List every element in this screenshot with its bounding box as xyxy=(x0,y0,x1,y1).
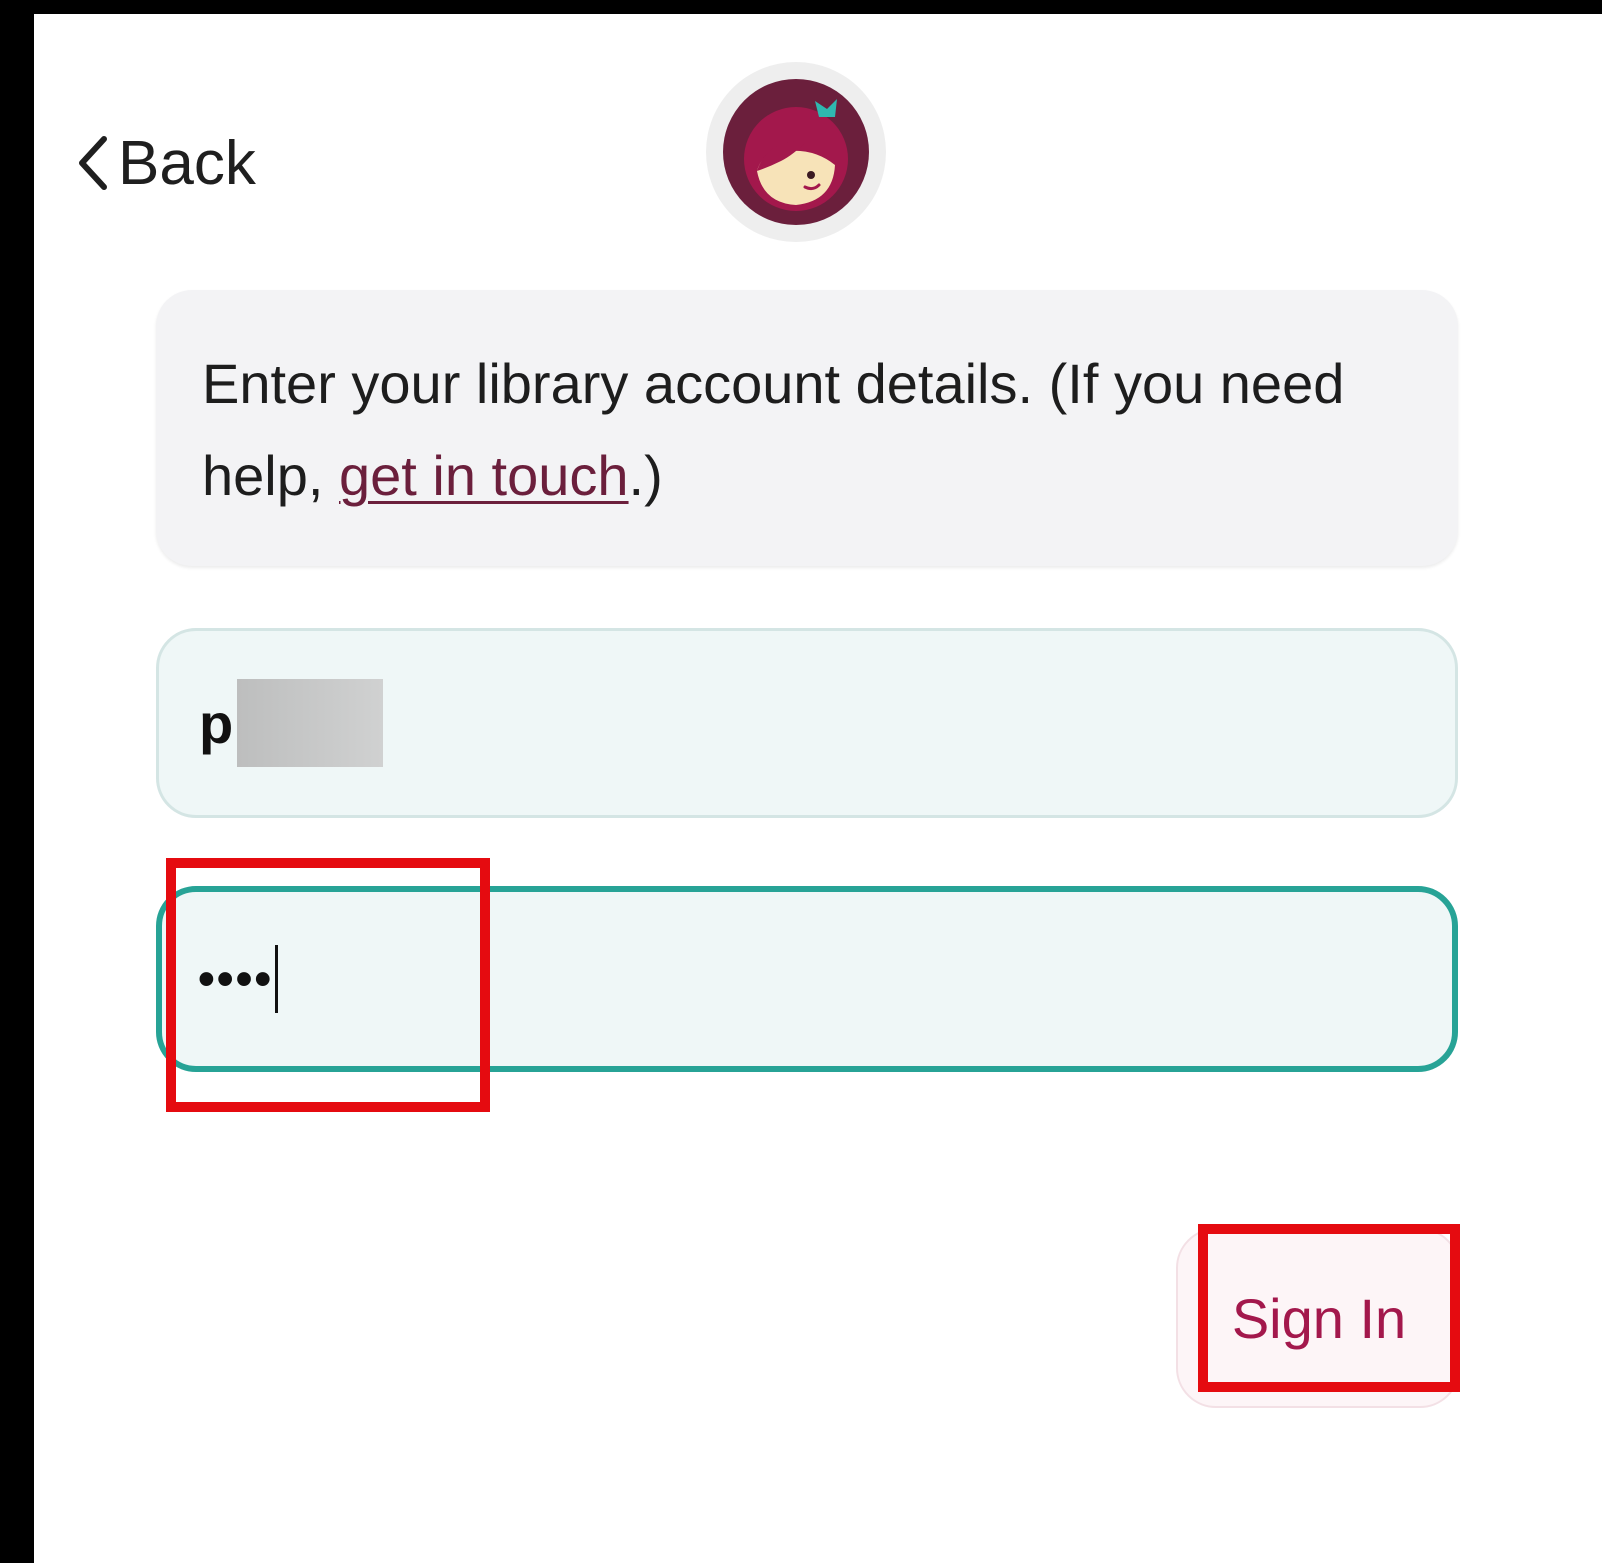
back-label: Back xyxy=(118,128,256,198)
get-in-touch-link[interactable]: get in touch xyxy=(339,444,629,507)
username-value: p xyxy=(199,691,234,755)
libby-logo xyxy=(706,62,886,242)
password-value: •••• xyxy=(198,952,274,1006)
password-value-container: •••• xyxy=(198,892,279,1066)
chevron-left-icon xyxy=(76,133,110,193)
sign-in-button[interactable]: Sign In xyxy=(1176,1228,1460,1408)
text-caret xyxy=(275,945,279,1013)
info-message: Enter your library account details. (If … xyxy=(156,290,1458,566)
redacted-text xyxy=(237,679,384,767)
username-field[interactable]: p xyxy=(156,628,1458,818)
password-field[interactable]: •••• xyxy=(156,886,1458,1072)
back-button[interactable]: Back xyxy=(76,118,256,208)
libby-logo-icon xyxy=(723,79,869,225)
username-value-container: p xyxy=(199,631,384,815)
info-text-end: .) xyxy=(628,444,663,507)
